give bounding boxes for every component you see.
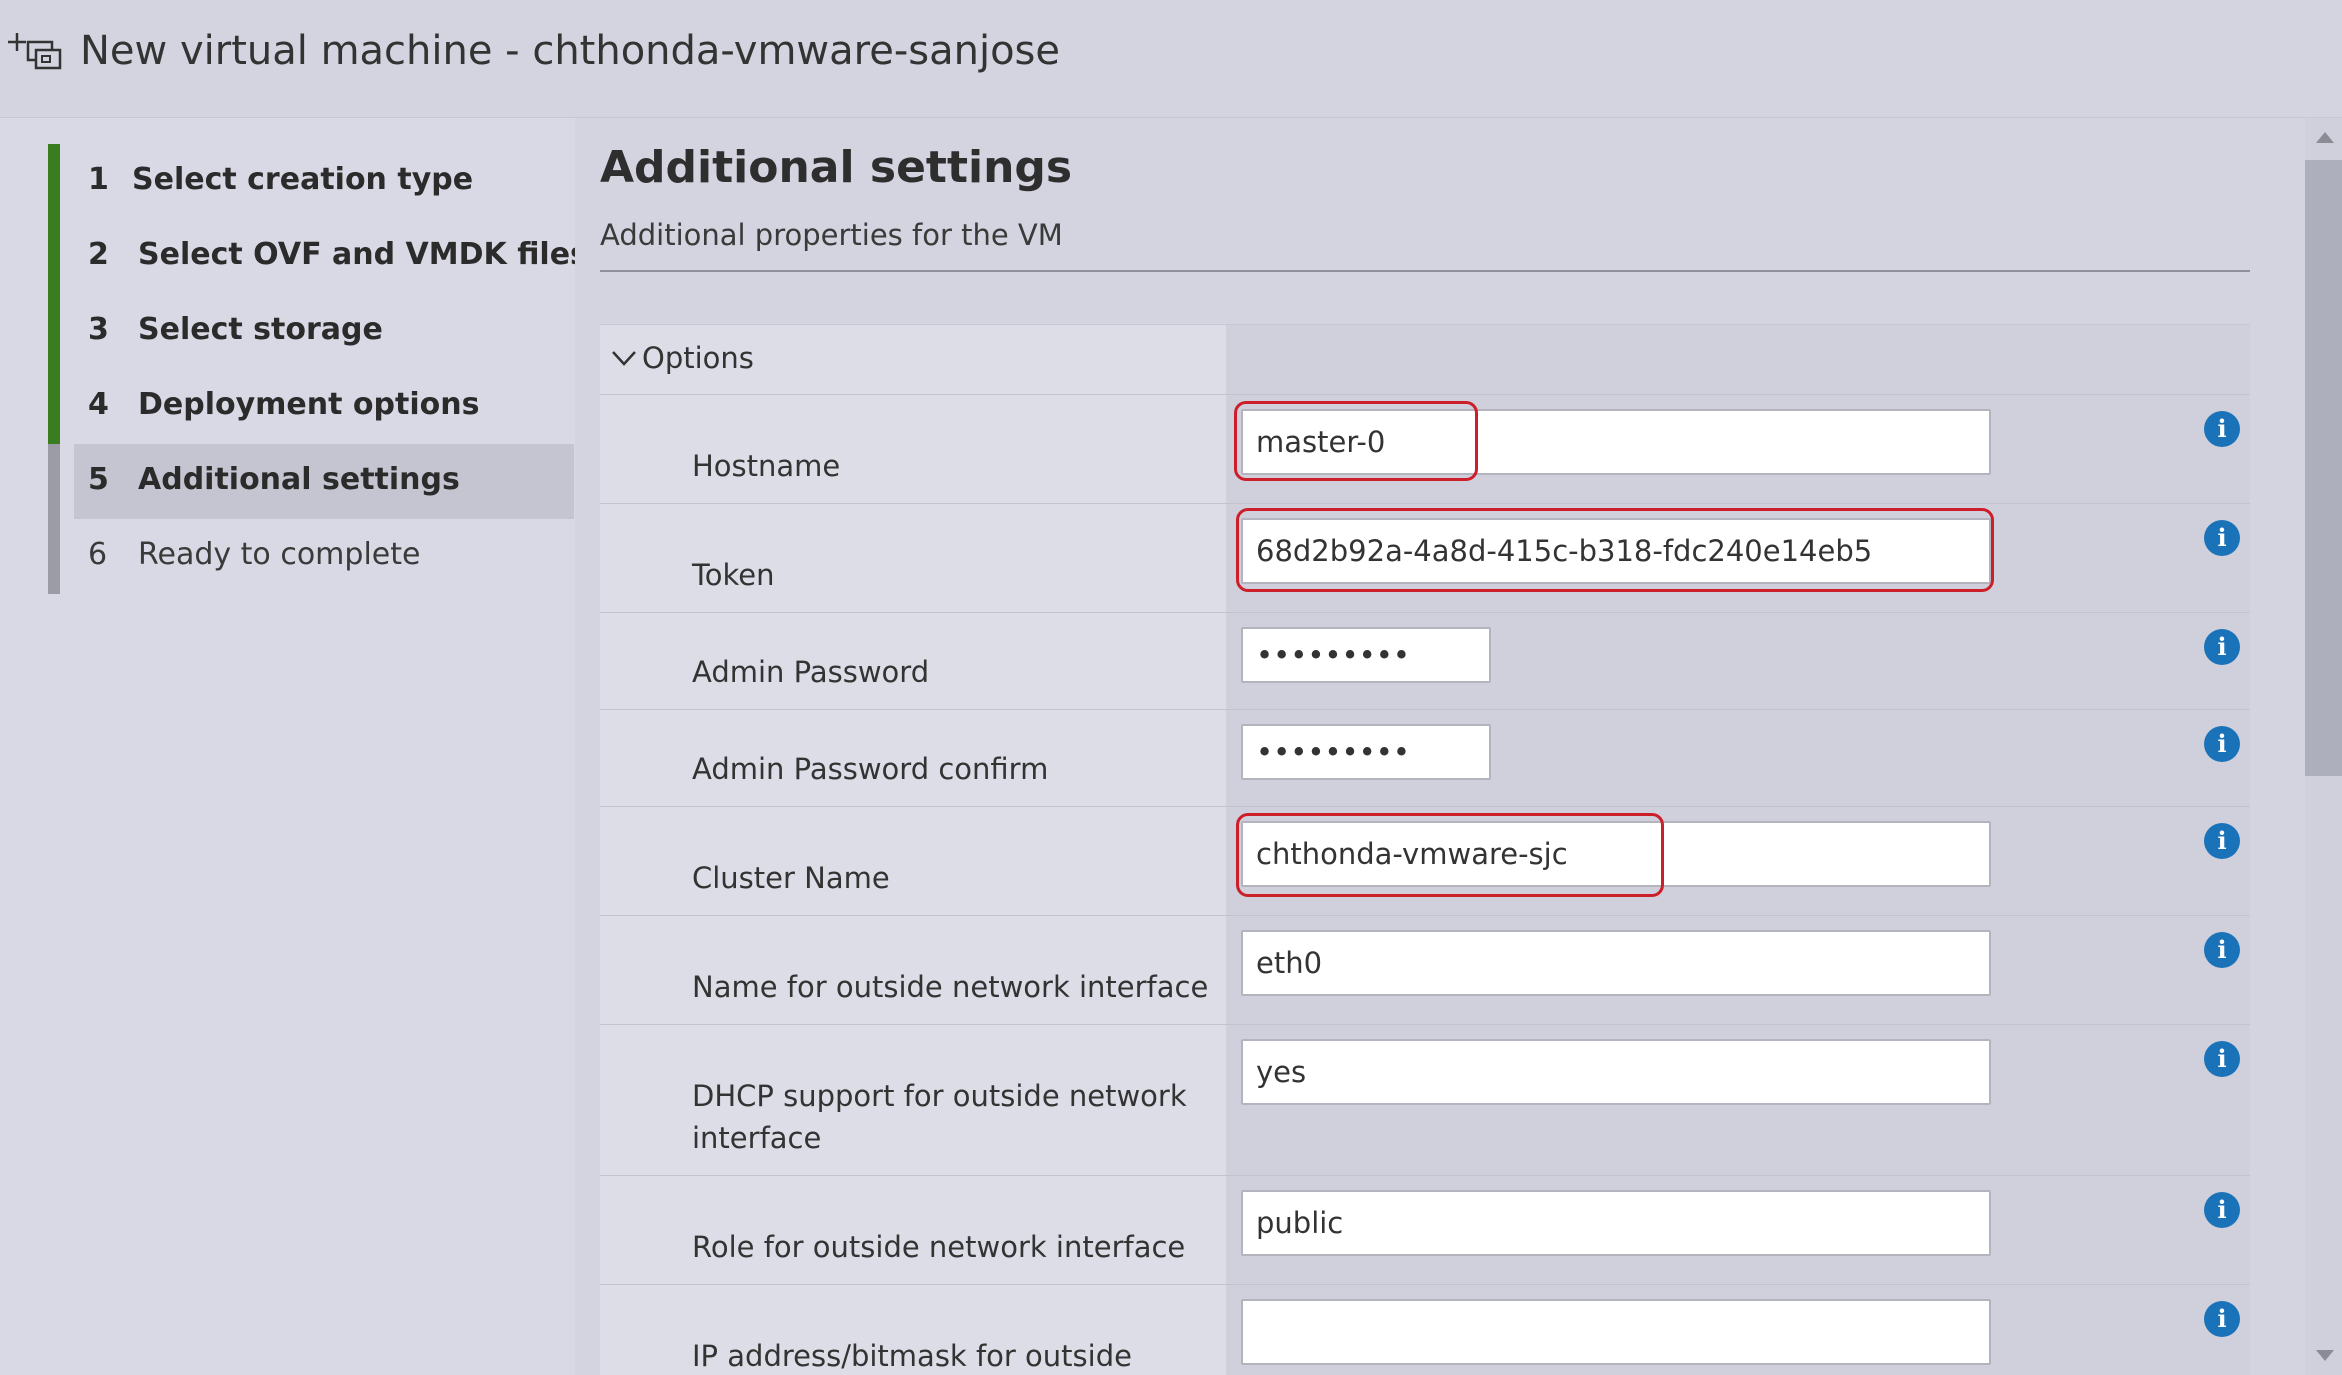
wizard-step-1[interactable]: 1 Select creation type	[48, 144, 574, 219]
hostname-input[interactable]	[1241, 409, 1991, 475]
wizard-step-4[interactable]: 4 Deployment options	[48, 369, 574, 444]
scroll-up-arrow-icon[interactable]	[2316, 132, 2334, 143]
step-number: 1	[88, 162, 109, 197]
step-number: 3	[88, 312, 109, 347]
step-label: Ready to complete	[138, 537, 421, 572]
outside-interface-role-input[interactable]	[1241, 1190, 1991, 1256]
cluster-name-input[interactable]	[1241, 821, 1991, 887]
property-row-admin-password: Admin Password i	[600, 613, 2250, 710]
step-progress-bar	[48, 144, 60, 219]
admin-password-confirm-input[interactable]	[1241, 724, 1491, 780]
step-progress-bar	[48, 294, 60, 369]
field-label: IP address/bitmask for outside	[692, 1339, 1132, 1373]
step-label: Select creation type	[132, 162, 474, 197]
field-label: Cluster Name	[692, 861, 890, 895]
wizard-step-6[interactable]: 6 Ready to complete	[48, 519, 574, 594]
vertical-scrollbar[interactable]	[2305, 118, 2342, 1375]
property-row-admin-password-confirm: Admin Password confirm i	[600, 710, 2250, 807]
admin-password-input[interactable]	[1241, 627, 1491, 683]
dhcp-support-input[interactable]	[1241, 1039, 1991, 1105]
info-icon[interactable]: i	[2204, 629, 2240, 665]
scroll-down-arrow-icon[interactable]	[2316, 1350, 2334, 1361]
step-label: Deployment options	[138, 387, 480, 422]
field-label: Hostname	[692, 449, 841, 483]
info-icon[interactable]: i	[2204, 823, 2240, 859]
dialog-title: New virtual machine - chthonda-vmware-sa…	[80, 28, 1060, 74]
page-subtitle: Additional properties for the VM	[600, 218, 1063, 252]
info-icon[interactable]: i	[2204, 520, 2240, 556]
property-row-token: Token i	[600, 504, 2250, 613]
wizard-step-2[interactable]: 2 Select OVF and VMDK files	[48, 219, 588, 294]
options-section-label: Options	[642, 341, 754, 375]
property-row-hostname: Hostname i	[600, 395, 2250, 504]
step-progress-bar	[48, 444, 60, 519]
main-content: Additional settings Additional propertie…	[575, 118, 2305, 1375]
step-progress-bar	[48, 519, 60, 594]
step-label: Additional settings	[138, 462, 460, 497]
step-progress-bar	[48, 219, 60, 294]
property-row-outside-ip-address: IP address/bitmask for outside i	[600, 1285, 2250, 1375]
wizard-steps-sidebar: 1 Select creation type 2 Select OVF and …	[0, 118, 588, 1375]
field-label: Name for outside network interface	[692, 970, 1209, 1004]
header-divider	[600, 270, 2250, 272]
options-section-header[interactable]: Options	[600, 325, 2250, 395]
wizard-step-5[interactable]: 5 Additional settings	[48, 444, 574, 519]
step-label: Select OVF and VMDK files	[138, 237, 588, 272]
step-number: 6	[88, 537, 108, 572]
chevron-down-icon[interactable]	[610, 343, 638, 371]
property-row-dhcp-support: DHCP support for outside network interfa…	[600, 1025, 2250, 1176]
new-vm-icon	[8, 33, 62, 70]
field-label: Admin Password	[692, 655, 930, 689]
property-row-outside-interface-role: Role for outside network interface i	[600, 1176, 2250, 1285]
step-number: 2	[88, 237, 109, 272]
info-icon[interactable]: i	[2204, 1041, 2240, 1077]
step-number: 5	[88, 462, 109, 497]
step-label: Select storage	[138, 312, 383, 347]
info-icon[interactable]: i	[2204, 932, 2240, 968]
info-icon[interactable]: i	[2204, 1301, 2240, 1337]
page-title: Additional settings	[600, 142, 1073, 193]
token-input[interactable]	[1241, 518, 1991, 584]
outside-interface-name-input[interactable]	[1241, 930, 1991, 996]
scrollbar-thumb[interactable]	[2305, 160, 2342, 776]
property-row-cluster-name: Cluster Name i	[600, 807, 2250, 916]
property-row-outside-interface-name: Name for outside network interface i	[600, 916, 2250, 1025]
outside-ip-address-input[interactable]	[1241, 1299, 1991, 1365]
step-number: 4	[88, 387, 109, 422]
field-label: Token	[692, 558, 775, 592]
field-label: Admin Password confirm	[692, 752, 1049, 786]
info-icon[interactable]: i	[2204, 1192, 2240, 1228]
info-icon[interactable]: i	[2204, 411, 2240, 447]
properties-table: Options Hostname i Token i Admin Passwor…	[600, 324, 2250, 1375]
step-progress-bar	[48, 369, 60, 444]
info-icon[interactable]: i	[2204, 726, 2240, 762]
field-label: Role for outside network interface	[692, 1230, 1186, 1264]
dialog-titlebar: New virtual machine - chthonda-vmware-sa…	[0, 0, 2342, 118]
field-label: DHCP support for outside network interfa…	[692, 1079, 1187, 1155]
wizard-step-3[interactable]: 3 Select storage	[48, 294, 574, 369]
